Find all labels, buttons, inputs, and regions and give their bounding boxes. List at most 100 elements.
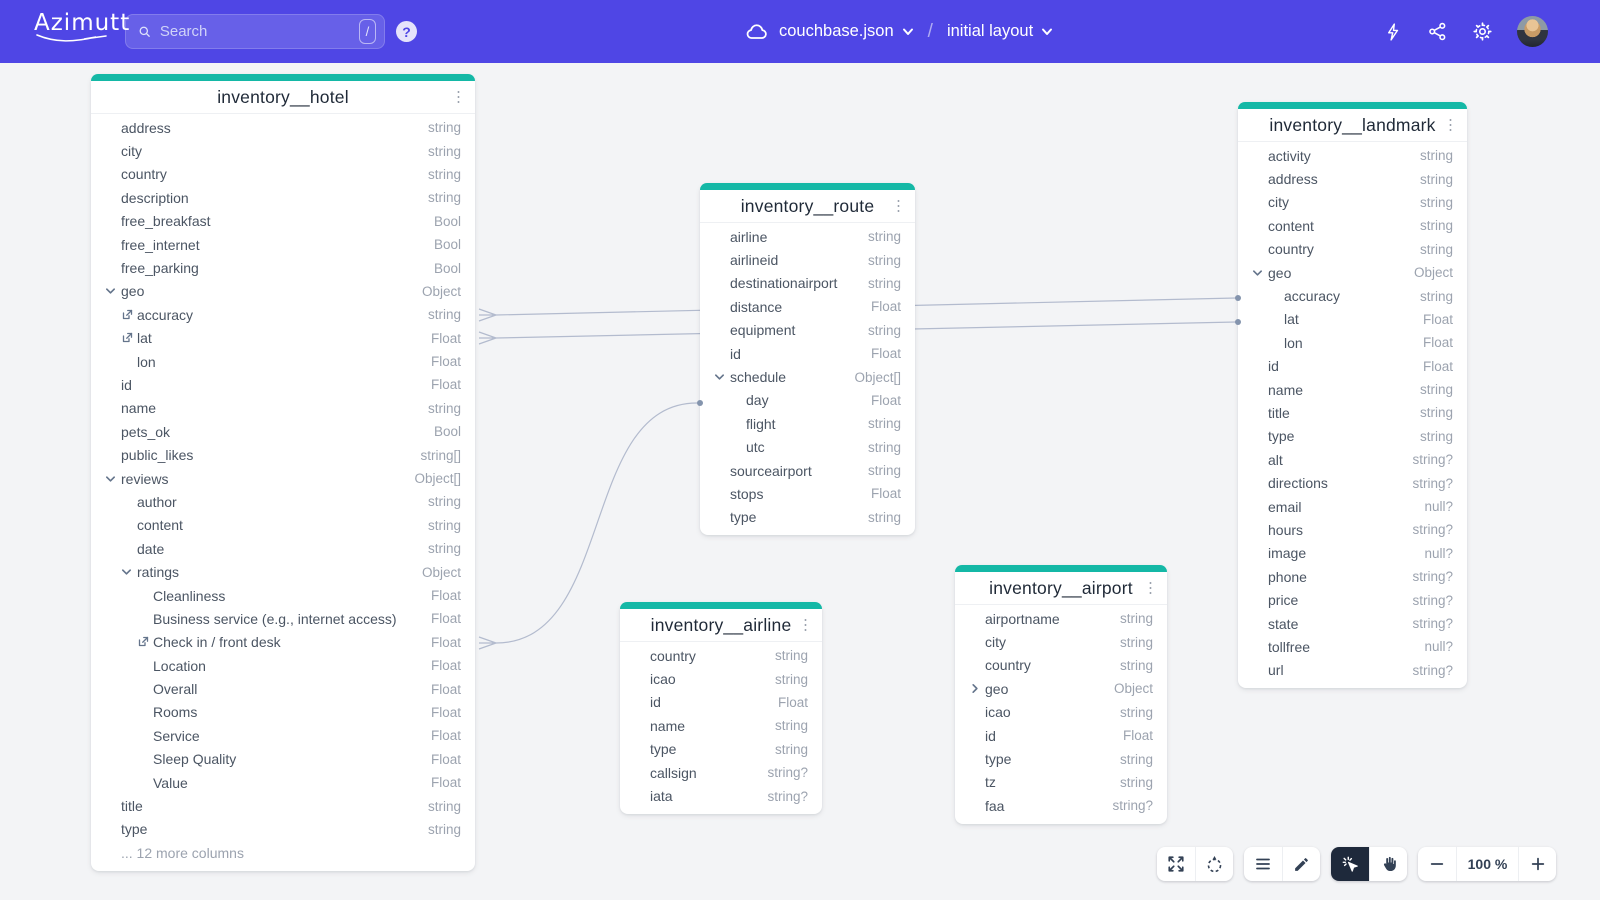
table-row[interactable]: idFloat (955, 724, 1167, 747)
table-row[interactable]: directionsstring? (1238, 471, 1467, 494)
table-row[interactable]: free_breakfastBool (91, 210, 475, 233)
table-row[interactable]: latFloat (1238, 308, 1467, 331)
table-row[interactable]: accuracystring (1238, 284, 1467, 307)
table-menu-icon[interactable]: ⋮ (451, 90, 466, 105)
table-header[interactable]: inventory__airline⋮ (620, 609, 822, 642)
table-row[interactable]: airportnamestring (955, 607, 1167, 630)
table-row[interactable]: countrystring (955, 654, 1167, 677)
table-row[interactable]: reviewsObject[] (91, 467, 475, 490)
search-input[interactable] (160, 23, 359, 40)
table-row[interactable]: accuracystring (91, 303, 475, 326)
table-row[interactable]: contentstring (91, 514, 475, 537)
table-row[interactable]: tzstring (955, 771, 1167, 794)
table-row[interactable]: addressstring (91, 116, 475, 139)
table-row[interactable]: emailnull? (1238, 495, 1467, 518)
table-row[interactable]: OverallFloat (91, 677, 475, 700)
table-row[interactable]: geoObject (1238, 261, 1467, 284)
table-row[interactable]: sourceairportstring (700, 459, 915, 482)
table-row[interactable]: lonFloat (91, 350, 475, 373)
table-row[interactable]: destinationairportstring (700, 272, 915, 295)
table-row[interactable]: citystring (91, 139, 475, 162)
table-row[interactable]: imagenull? (1238, 542, 1467, 565)
pan-tool-button[interactable] (1369, 847, 1407, 881)
table-card-inventory__airline[interactable]: inventory__airline⋮countrystringicaostri… (620, 602, 822, 814)
settings-button[interactable] (1472, 21, 1493, 42)
external-link-icon[interactable] (120, 308, 134, 322)
table-row[interactable]: callsignstring? (620, 761, 822, 784)
edit-button[interactable] (1282, 847, 1320, 881)
external-link-icon[interactable] (136, 635, 150, 649)
chevron-down-icon[interactable] (103, 284, 117, 298)
table-row[interactable]: lonFloat (1238, 331, 1467, 354)
table-row[interactable]: typestring (700, 506, 915, 529)
table-row[interactable]: titlestring (1238, 401, 1467, 424)
table-row[interactable]: countrystring (620, 644, 822, 667)
table-row[interactable]: pets_okBool (91, 420, 475, 443)
table-row[interactable]: ratingsObject (91, 560, 475, 583)
table-row[interactable]: idFloat (91, 373, 475, 396)
table-row[interactable]: citystring (1238, 191, 1467, 214)
erd-canvas[interactable]: inventory__hotel⋮addressstringcitystring… (0, 0, 1600, 900)
table-row[interactable]: geoObject (955, 677, 1167, 700)
layout-list-button[interactable] (1244, 847, 1282, 881)
table-row[interactable]: free_internetBool (91, 233, 475, 256)
chevron-down-icon[interactable] (119, 565, 133, 579)
layout-dropdown[interactable]: initial layout (947, 22, 1053, 41)
table-row[interactable]: authorstring (91, 490, 475, 513)
table-row[interactable]: dayFloat (700, 389, 915, 412)
table-row[interactable]: pricestring? (1238, 588, 1467, 611)
table-row[interactable]: Check in / front deskFloat (91, 631, 475, 654)
hidden-columns-footer[interactable]: ... 12 more columns (91, 841, 475, 864)
table-header[interactable]: inventory__route⋮ (700, 190, 915, 223)
table-row[interactable]: faastring? (955, 794, 1167, 817)
table-row[interactable]: airlineidstring (700, 248, 915, 271)
project-dropdown[interactable]: couchbase.json (779, 22, 914, 41)
table-row[interactable]: latFloat (91, 327, 475, 350)
table-row[interactable]: free_parkingBool (91, 256, 475, 279)
table-row[interactable]: datestring (91, 537, 475, 560)
table-row[interactable]: icaostring (955, 701, 1167, 724)
table-card-inventory__airport[interactable]: inventory__airport⋮airportnamestringcity… (955, 565, 1167, 824)
table-row[interactable]: Business service (e.g., internet access)… (91, 607, 475, 630)
zoom-in-button[interactable] (1518, 847, 1556, 881)
table-menu-icon[interactable]: ⋮ (1443, 118, 1458, 133)
table-row[interactable]: descriptionstring (91, 186, 475, 209)
table-row[interactable]: statestring? (1238, 612, 1467, 635)
table-card-inventory__hotel[interactable]: inventory__hotel⋮addressstringcitystring… (91, 74, 475, 871)
chevron-down-icon[interactable] (712, 370, 726, 384)
chevron-down-icon[interactable] (1250, 266, 1264, 280)
table-row[interactable]: CleanlinessFloat (91, 584, 475, 607)
table-row[interactable]: citystring (955, 630, 1167, 653)
table-row[interactable]: scheduleObject[] (700, 365, 915, 388)
table-row[interactable]: public_likesstring[] (91, 443, 475, 466)
table-menu-icon[interactable]: ⋮ (798, 618, 813, 633)
share-button[interactable] (1427, 21, 1448, 42)
table-row[interactable]: phonestring? (1238, 565, 1467, 588)
fullscreen-button[interactable] (1157, 847, 1195, 881)
table-row[interactable]: namestring (91, 397, 475, 420)
table-row[interactable]: idFloat (700, 342, 915, 365)
avatar[interactable] (1517, 16, 1548, 47)
table-row[interactable]: altstring? (1238, 448, 1467, 471)
table-menu-icon[interactable]: ⋮ (891, 199, 906, 214)
table-header[interactable]: inventory__landmark⋮ (1238, 109, 1467, 142)
table-row[interactable]: icaostring (620, 667, 822, 690)
table-row[interactable]: typestring (955, 747, 1167, 770)
help-button[interactable]: ? (396, 21, 417, 42)
select-tool-button[interactable] (1331, 847, 1369, 881)
chevron-right-icon[interactable] (968, 682, 982, 696)
table-row[interactable]: typestring (1238, 425, 1467, 448)
table-row[interactable]: LocationFloat (91, 654, 475, 677)
table-row[interactable]: airlinestring (700, 225, 915, 248)
table-row[interactable]: namestring (1238, 378, 1467, 401)
table-row[interactable]: addressstring (1238, 167, 1467, 190)
chevron-down-icon[interactable] (103, 472, 117, 486)
table-header[interactable]: inventory__hotel⋮ (91, 81, 475, 114)
table-header[interactable]: inventory__airport⋮ (955, 572, 1167, 605)
table-card-inventory__landmark[interactable]: inventory__landmark⋮activitystringaddres… (1238, 102, 1467, 688)
table-row[interactable]: titlestring (91, 794, 475, 817)
table-row[interactable]: equipmentstring (700, 319, 915, 342)
table-row[interactable]: idFloat (1238, 355, 1467, 378)
table-row[interactable]: ServiceFloat (91, 724, 475, 747)
table-row[interactable]: namestring (620, 714, 822, 737)
